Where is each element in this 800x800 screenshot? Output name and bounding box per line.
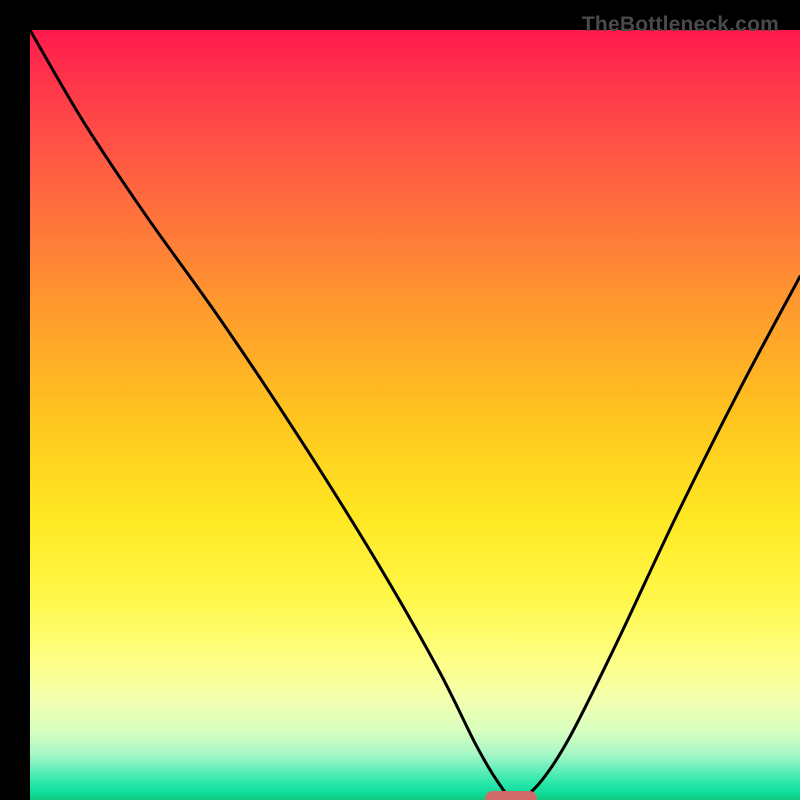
- bottleneck-curve: [30, 30, 800, 800]
- watermark-text: TheBottleneck.com: [582, 13, 779, 37]
- plot-area: [30, 30, 800, 800]
- chart-frame: TheBottleneck.com: [15, 15, 785, 785]
- optimal-marker: [485, 791, 537, 800]
